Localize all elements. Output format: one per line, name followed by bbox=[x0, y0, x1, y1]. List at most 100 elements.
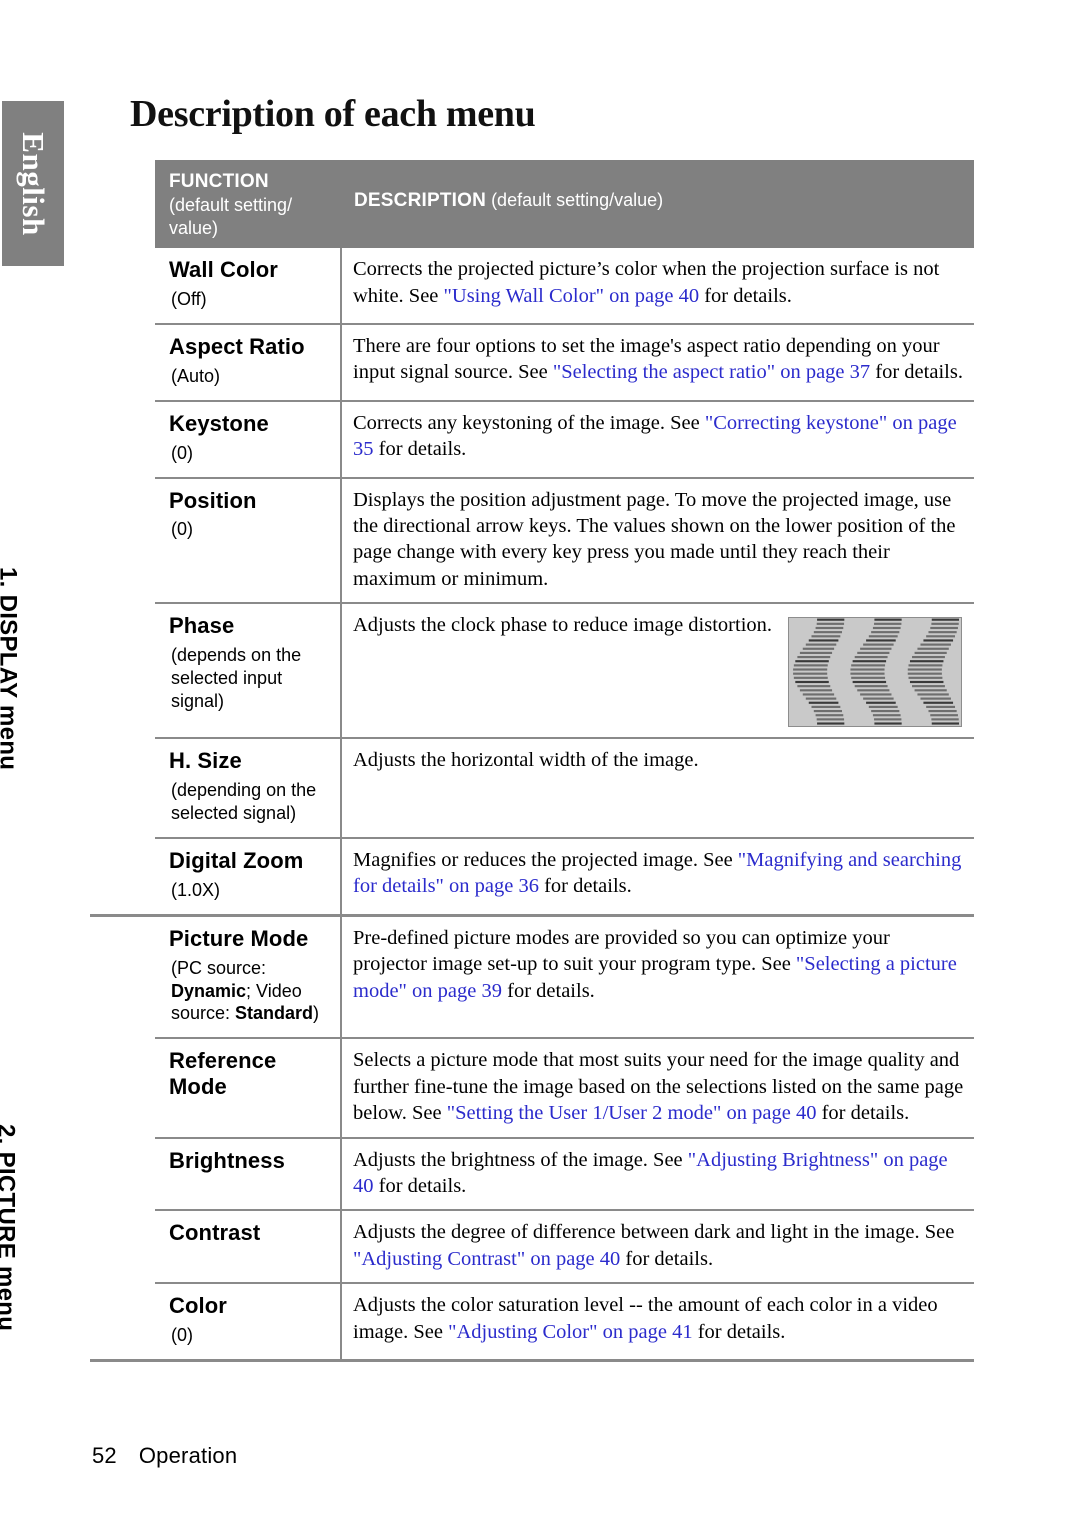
description-text: Adjusts the clock phase to reduce image … bbox=[353, 612, 782, 638]
phase-distortion-figure bbox=[788, 617, 962, 728]
page-footer: 52 Operation bbox=[92, 1443, 237, 1469]
function-default-value: (PC source: Dynamic; Video source: Stand… bbox=[171, 957, 320, 1024]
language-tab: English bbox=[2, 101, 64, 266]
description-cell: There are four options to set the image'… bbox=[342, 325, 974, 400]
table-row: Color (0) Adjusts the color saturation lev… bbox=[155, 1282, 974, 1360]
function-cell: H. Size (depending on the selected signal… bbox=[155, 739, 342, 837]
menu-section-rows: Picture Mode (PC source: Dynamic; Video s… bbox=[155, 916, 974, 1360]
table-row: H. Size (depending on the selected signal… bbox=[155, 737, 974, 837]
function-cell: Aspect Ratio (Auto) bbox=[155, 324, 342, 400]
function-name: Phase bbox=[169, 613, 235, 639]
function-name: Wall Color bbox=[169, 257, 278, 283]
menu-section-label: 1. DISPLAY menu bbox=[0, 248, 155, 914]
footer-page-number: 52 bbox=[92, 1443, 117, 1468]
description-fragment: Adjusts the brightness of the image. See bbox=[353, 1148, 688, 1171]
description-cell: Adjusts the brightness of the image. See… bbox=[342, 1139, 974, 1210]
description-text: Adjusts the degree of difference between… bbox=[353, 1219, 964, 1272]
header-function-sublabel: (default setting/ value) bbox=[169, 195, 293, 239]
function-cell: Keystone (0) bbox=[155, 401, 342, 477]
function-name: Picture Mode bbox=[169, 925, 309, 951]
function-cell: Picture Mode (PC source: Dynamic; Video s… bbox=[155, 916, 342, 1038]
description-fragment: Magnifies or reduces the projected image… bbox=[353, 848, 738, 871]
table-header-row: FUNCTION (default setting/ value) DESCRI… bbox=[155, 160, 974, 249]
cross-reference-link[interactable]: "Adjusting Contrast" on page 40 bbox=[353, 1248, 620, 1270]
function-cell: Contrast bbox=[155, 1211, 342, 1283]
header-description-sublabel: (default setting/value) bbox=[491, 190, 664, 210]
cross-reference-link[interactable]: "Setting the User 1/User 2 mode" on page… bbox=[447, 1102, 817, 1124]
description-fragment: Adjusts the horizontal width of the imag… bbox=[353, 749, 699, 772]
function-name: Position bbox=[169, 487, 257, 513]
description-fragment: for details. bbox=[870, 361, 963, 384]
function-default-value: (depends on the selected input signal) bbox=[171, 645, 302, 711]
header-description-group: DESCRIPTION (default setting/value) bbox=[354, 190, 966, 212]
description-fragment: for details. bbox=[373, 438, 467, 461]
description-cell: Pre-defined picture modes are provided s… bbox=[342, 917, 974, 1038]
description-text: There are four options to set the image'… bbox=[353, 333, 964, 386]
function-name: Color bbox=[169, 1293, 227, 1319]
menu-section-label-text: 1. DISPLAY menu bbox=[0, 566, 21, 771]
description-text: Displays the position adjustment page. T… bbox=[353, 487, 964, 593]
description-fragment: for details. bbox=[373, 1175, 467, 1198]
language-tab-label: English bbox=[16, 131, 51, 236]
function-name: Keystone bbox=[169, 410, 269, 436]
description-fragment: for details. bbox=[502, 979, 595, 1002]
function-default-value: (0) bbox=[171, 442, 193, 463]
menu-section: 2. PICTURE menu Picture Mode (PC source: D… bbox=[0, 913, 974, 1363]
menu-section-rows: Wall Color (Off) Corrects the projected pi… bbox=[155, 248, 974, 914]
function-name: H. Size bbox=[169, 748, 242, 774]
function-default-value: (Off) bbox=[171, 289, 207, 310]
function-default-value: (0) bbox=[171, 519, 193, 540]
function-default-value: (1.0X) bbox=[171, 879, 221, 900]
description-fragment: for details. bbox=[692, 1320, 786, 1343]
description-text: Magnifies or reduces the projected image… bbox=[353, 847, 964, 900]
description-text: Adjusts the brightness of the image. See… bbox=[353, 1147, 964, 1200]
description-text: Selects a picture mode that most suits y… bbox=[353, 1047, 964, 1126]
function-cell: Wall Color (Off) bbox=[155, 248, 342, 323]
description-fragment: Corrects any keystoning of the image. Se… bbox=[353, 411, 705, 434]
description-fragment: Displays the position adjustment page. T… bbox=[353, 488, 956, 590]
description-fragment: Adjusts the clock phase to reduce image … bbox=[353, 614, 773, 637]
footer-section-name: Operation bbox=[138, 1443, 238, 1468]
description-cell: Adjusts the color saturation level -- th… bbox=[342, 1284, 974, 1359]
description-cell: Corrects the projected picture’s color w… bbox=[342, 248, 974, 323]
table-row: Picture Mode (PC source: Dynamic; Video s… bbox=[155, 916, 974, 1038]
description-text: Corrects any keystoning of the image. Se… bbox=[353, 410, 964, 463]
cross-reference-link[interactable]: "Selecting the aspect ratio" on page 37 bbox=[553, 361, 870, 383]
function-name: Aspect Ratio bbox=[169, 333, 305, 359]
description-cell: Selects a picture mode that most suits y… bbox=[342, 1039, 974, 1136]
table-row: Brightness Adjusts the brightness of the … bbox=[155, 1136, 974, 1210]
table-row: Keystone (0) Corrects any keystoning of th… bbox=[155, 399, 974, 477]
cross-reference-link[interactable]: "Adjusting Color" on page 41 bbox=[448, 1321, 693, 1343]
function-default-value: (depending on the selected signal) bbox=[171, 780, 317, 824]
header-description-label: DESCRIPTION bbox=[354, 190, 487, 211]
table-row: Position (0) Displays the position adjustm… bbox=[155, 476, 974, 603]
table-body: 1. DISPLAY menu Wall Color (Off) Corrects t… bbox=[0, 248, 974, 1363]
function-name: Digital Zoom bbox=[169, 847, 304, 873]
description-fragment: for details. bbox=[538, 875, 632, 898]
function-cell: Phase (depends on the selected input sign… bbox=[155, 604, 342, 738]
table-row: Wall Color (Off) Corrects the projected pi… bbox=[155, 248, 974, 323]
description-fragment: for details. bbox=[620, 1247, 714, 1270]
cross-reference-link[interactable]: "Using Wall Color" on page 40 bbox=[444, 285, 700, 307]
phase-distortion-illustration bbox=[789, 618, 961, 727]
table-header-function: FUNCTION (default setting/ value) bbox=[155, 160, 342, 248]
table-row: Aspect Ratio (Auto) There are four options… bbox=[155, 322, 974, 400]
page-title: Description of each menu bbox=[130, 93, 536, 135]
table-header-description: DESCRIPTION (default setting/value) bbox=[342, 160, 974, 248]
menu-section-label: 2. PICTURE menu bbox=[0, 917, 155, 1359]
menu-section-label-text: 2. PICTURE menu bbox=[0, 1123, 19, 1332]
menu-section: 1. DISPLAY menu Wall Color (Off) Corrects t… bbox=[0, 248, 974, 914]
function-name: Reference Mode bbox=[169, 1048, 277, 1100]
function-default-value: (Auto) bbox=[171, 365, 221, 386]
function-cell: Color (0) bbox=[155, 1284, 342, 1360]
function-name: Brightness bbox=[169, 1147, 285, 1173]
function-cell: Position (0) bbox=[155, 478, 342, 603]
description-fragment: Adjusts the degree of difference between… bbox=[353, 1221, 955, 1244]
description-cell: Corrects any keystoning of the image. Se… bbox=[342, 402, 974, 477]
function-cell: Brightness bbox=[155, 1138, 342, 1210]
description-cell: Adjusts the horizontal width of the imag… bbox=[342, 739, 974, 837]
description-cell: Adjusts the clock phase to reduce image … bbox=[342, 604, 974, 737]
function-cell: Reference Mode bbox=[155, 1039, 342, 1137]
description-text: Pre-defined picture modes are provided s… bbox=[353, 925, 964, 1004]
function-cell: Digital Zoom (1.0X) bbox=[155, 838, 342, 914]
